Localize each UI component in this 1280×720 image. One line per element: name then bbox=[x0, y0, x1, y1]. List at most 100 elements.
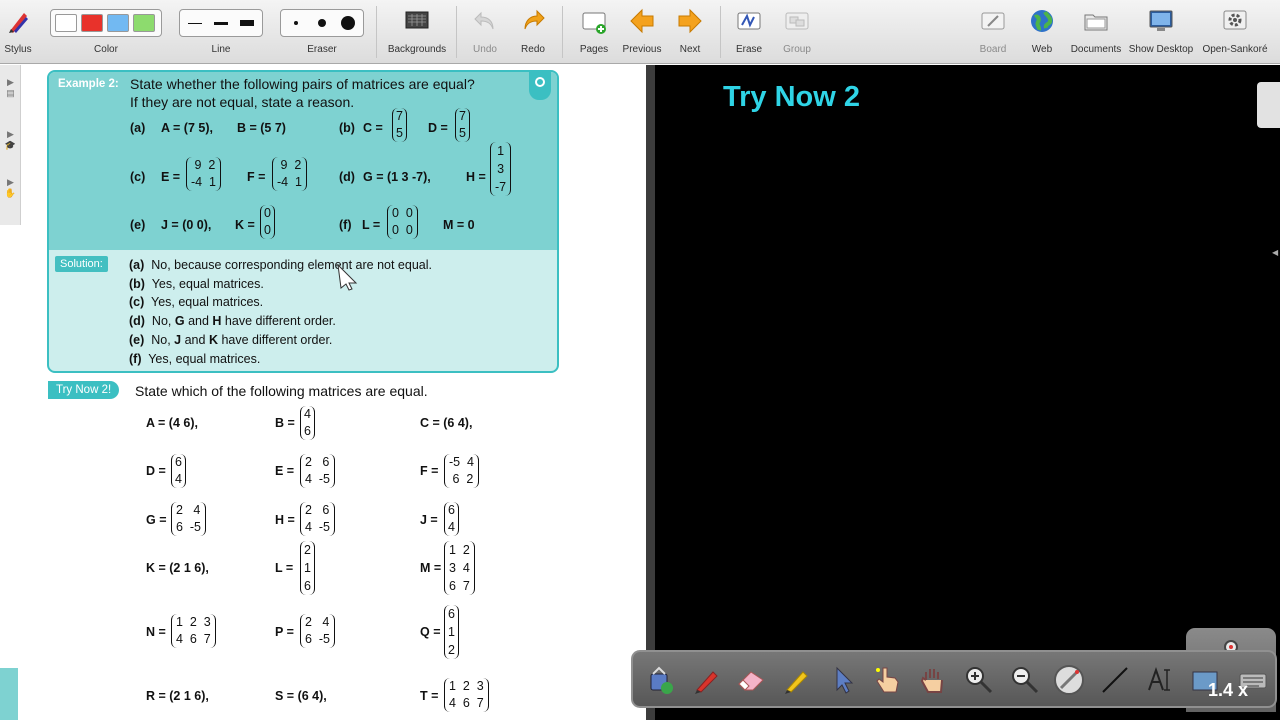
tn-matrix-P-label: P = bbox=[275, 625, 294, 639]
folder-icon bbox=[1084, 14, 1108, 31]
color-swatch-white[interactable] bbox=[55, 14, 77, 32]
right-side-panel[interactable] bbox=[1257, 82, 1280, 128]
pin-icon[interactable] bbox=[529, 72, 551, 100]
text-icon bbox=[1148, 666, 1170, 691]
line-medium-button[interactable] bbox=[210, 14, 232, 32]
stylus-button[interactable]: Stylus bbox=[0, 0, 36, 64]
tn-matrix-T-label: T = bbox=[420, 689, 439, 703]
side-panel-tab-3[interactable]: ▶ ✋ bbox=[2, 177, 19, 217]
matrix-C-values: 75 bbox=[392, 108, 407, 142]
show-desktop-button[interactable]: Show Desktop bbox=[1128, 0, 1194, 64]
web-button[interactable]: Web bbox=[1020, 0, 1064, 64]
matrix-B: B = (5 7) bbox=[237, 121, 286, 135]
show-desktop-label: Show Desktop bbox=[1128, 44, 1194, 55]
pages-icon bbox=[582, 12, 606, 34]
line-thin-button[interactable] bbox=[184, 14, 206, 32]
side-panel-tab-2[interactable]: ▶ 🎓 bbox=[2, 129, 19, 169]
highlighter-tool[interactable] bbox=[781, 664, 813, 696]
tn-matrix-G-values: 2 46 -5 bbox=[171, 502, 207, 536]
text-tool[interactable] bbox=[1145, 664, 1177, 696]
eraser-small-button[interactable] bbox=[285, 14, 307, 32]
scroll-arrow-icon[interactable]: ◀ bbox=[1272, 248, 1278, 257]
open-sankore-label: Open-Sankoré bbox=[1202, 44, 1268, 55]
group-button[interactable]: Group bbox=[776, 0, 818, 64]
example-question-line1: State whether the following pairs of mat… bbox=[130, 76, 475, 92]
matrix-G: G = (1 3 -7), bbox=[363, 170, 431, 184]
next-button[interactable]: Next bbox=[668, 0, 712, 64]
selector-tool[interactable] bbox=[827, 664, 859, 696]
side-panel-tab-1[interactable]: ▶ ▤ bbox=[2, 77, 19, 117]
part-d-label: (d) bbox=[339, 170, 355, 184]
stylus-label: Stylus bbox=[4, 44, 32, 55]
part-f-label: (f) bbox=[339, 218, 352, 232]
documents-button[interactable]: Documents bbox=[1068, 0, 1124, 64]
zoom-in-icon bbox=[966, 667, 993, 694]
tn-matrix-L-values: 216 bbox=[300, 541, 315, 595]
eraser-medium-button[interactable] bbox=[311, 14, 333, 32]
hand-icon bbox=[920, 669, 943, 693]
pen-tool[interactable] bbox=[691, 664, 723, 696]
try-now-tag: Try Now 2! bbox=[48, 381, 120, 399]
gear-icon bbox=[1223, 10, 1247, 30]
pointing-hand-icon bbox=[876, 667, 899, 693]
matrix-K-values: 00 bbox=[260, 205, 275, 239]
board-button[interactable]: Board bbox=[972, 0, 1014, 64]
line-label: Line bbox=[211, 44, 231, 55]
matrix-L-values: 0 00 0 bbox=[387, 205, 418, 239]
play-tool[interactable] bbox=[871, 664, 903, 696]
zoom-out-tool[interactable] bbox=[1009, 664, 1041, 696]
split-divider[interactable] bbox=[646, 65, 655, 720]
eraser-large-button[interactable] bbox=[337, 14, 359, 32]
color-label: Color bbox=[94, 44, 118, 55]
open-sankore-button[interactable]: Open-Sankoré bbox=[1198, 0, 1272, 64]
pages-button[interactable]: Pages bbox=[572, 0, 616, 64]
paint-bucket-tool[interactable] bbox=[645, 664, 677, 696]
previous-button[interactable]: Previous bbox=[620, 0, 664, 64]
tn-matrix-P-values: 2 46 -5 bbox=[300, 614, 336, 648]
undo-button[interactable]: Undo bbox=[464, 0, 506, 64]
tn-matrix-M-label: M = bbox=[420, 561, 442, 575]
tn-matrix-J-label: J = bbox=[420, 513, 438, 527]
tn-matrix-D-label: D = bbox=[146, 464, 166, 478]
erase-label: Erase bbox=[735, 44, 763, 55]
try-now-question: State which of the following matrices ar… bbox=[135, 383, 428, 399]
color-picker[interactable]: Color bbox=[50, 0, 162, 64]
part-a-label: (a) bbox=[130, 121, 146, 135]
redo-button[interactable]: Redo bbox=[512, 0, 554, 64]
color-swatch-red[interactable] bbox=[81, 14, 103, 32]
tn-matrix-B-values: 46 bbox=[300, 406, 315, 440]
solution-d: (d) No, G and H have different order. bbox=[129, 314, 336, 328]
tn-matrix-L-label: L = bbox=[275, 561, 294, 575]
zoom-in-tool[interactable] bbox=[963, 664, 995, 696]
left-side-panel: ▶ ▤ ▶ 🎓 ▶ ✋ bbox=[0, 65, 21, 225]
page-edge-tab bbox=[0, 668, 18, 720]
matrix-L-label: L = bbox=[362, 218, 381, 232]
main-toolbar: Stylus Color Line Eraser Backgrounds Und… bbox=[0, 0, 1280, 64]
eraser-tool[interactable] bbox=[735, 664, 767, 696]
erase-button[interactable]: Erase bbox=[728, 0, 770, 64]
hand-tool[interactable] bbox=[917, 664, 949, 696]
globe-icon bbox=[1031, 10, 1053, 32]
tn-matrix-S: S = (6 4), bbox=[275, 689, 327, 703]
color-swatch-green[interactable] bbox=[133, 14, 155, 32]
solution-f: (f) Yes, equal matrices. bbox=[129, 352, 261, 366]
eraser-size-picker[interactable]: Eraser bbox=[280, 0, 364, 64]
backgrounds-button[interactable]: Backgrounds bbox=[384, 0, 450, 64]
paint-bucket-icon bbox=[650, 666, 673, 694]
tn-matrix-G-label: G = bbox=[146, 513, 167, 527]
line-width-picker[interactable]: Line bbox=[179, 0, 263, 64]
tn-matrix-F-values: -5 4 6 2 bbox=[444, 454, 480, 488]
whiteboard-canvas[interactable]: Try Now 2 bbox=[655, 65, 1280, 720]
line-thick-button[interactable] bbox=[236, 14, 258, 32]
line-tool[interactable] bbox=[1099, 664, 1131, 696]
solution-e: (e) No, J and K have different order. bbox=[129, 333, 333, 347]
tn-matrix-N-values: 1 2 34 6 7 bbox=[171, 614, 216, 648]
eraser-icon bbox=[738, 671, 764, 691]
board-title: Try Now 2 bbox=[723, 81, 860, 113]
matrix-E-values: 9 2 -4 1 bbox=[186, 157, 222, 191]
zoom-level: 1.4 x bbox=[1208, 680, 1249, 700]
color-swatch-blue[interactable] bbox=[107, 14, 129, 32]
matrix-A: A = (7 5), bbox=[161, 121, 213, 135]
solution-tag: Solution: bbox=[55, 256, 108, 272]
laser-pointer-tool[interactable] bbox=[1053, 664, 1085, 696]
